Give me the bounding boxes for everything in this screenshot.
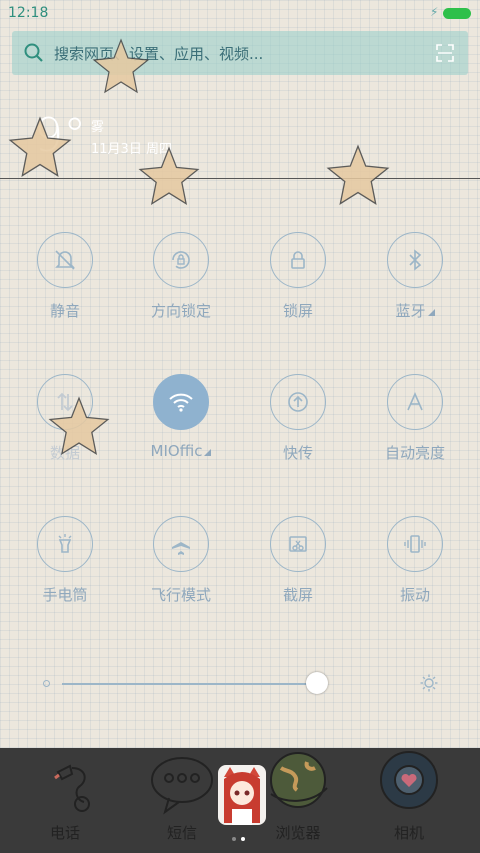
toggle-label: 锁屏 xyxy=(282,302,313,320)
avatar[interactable] xyxy=(218,765,266,825)
rotation-lock-icon xyxy=(153,232,209,288)
page-dot-active xyxy=(241,837,245,841)
toggle-label: 飞行模式 xyxy=(150,586,211,604)
message-icon xyxy=(151,757,213,815)
dock-messages[interactable]: 短信 xyxy=(132,748,232,853)
brightness-slider[interactable] xyxy=(62,683,318,685)
toggle-airplane[interactable]: 飞行模式 xyxy=(131,516,231,605)
brightness-sun-icon[interactable] xyxy=(420,674,438,692)
dock-label: 相机 xyxy=(393,824,424,842)
toggle-label: 自动亮度 xyxy=(384,444,445,462)
brightness-min-icon xyxy=(43,680,50,687)
bell-off-icon xyxy=(37,232,93,288)
status-bar: 12:18 ⚡ xyxy=(0,0,480,28)
toggle-lock-screen[interactable]: 锁屏 xyxy=(248,232,348,321)
lock-icon xyxy=(270,232,326,288)
flashlight-icon xyxy=(37,516,93,572)
page-indicator xyxy=(232,826,250,845)
star-decoration xyxy=(48,396,110,456)
dock-camera[interactable]: 相机 xyxy=(359,748,459,853)
scan-icon[interactable] xyxy=(436,44,454,62)
dock-phone[interactable]: 电话 xyxy=(15,748,115,853)
toggle-auto-brightness[interactable]: 自动亮度 xyxy=(365,374,465,463)
dock-label: 短信 xyxy=(166,824,197,842)
battery-icon xyxy=(443,8,471,19)
dock-label: 电话 xyxy=(49,824,80,842)
search-icon xyxy=(24,43,43,62)
auto-brightness-icon xyxy=(387,374,443,430)
toggle-label: 截屏 xyxy=(282,586,313,604)
toggle-quick-transfer[interactable]: 快传 xyxy=(248,374,348,463)
toggle-label: 静音 xyxy=(49,302,80,320)
dock-label: 浏览器 xyxy=(275,824,321,842)
toggle-bluetooth[interactable]: 蓝牙 xyxy=(365,232,465,321)
star-decoration xyxy=(138,146,200,206)
toggle-rotation-lock[interactable]: 方向锁定 xyxy=(131,232,231,321)
screenshot-icon xyxy=(270,516,326,572)
divider xyxy=(0,178,480,179)
toggle-label-row: 蓝牙 xyxy=(365,300,465,321)
star-decoration xyxy=(8,116,72,177)
phone-icon xyxy=(54,764,90,812)
expand-arrow-icon[interactable] xyxy=(427,309,435,316)
vibrate-icon xyxy=(387,516,443,572)
toggle-label: MIOffic xyxy=(150,442,203,460)
wifi-icon xyxy=(153,374,209,430)
toggle-silent[interactable]: 静音 xyxy=(15,232,115,321)
bluetooth-icon xyxy=(387,232,443,288)
quick-transfer-icon xyxy=(270,374,326,430)
star-decoration xyxy=(92,38,150,94)
expand-arrow-icon[interactable] xyxy=(204,449,212,456)
toggle-screenshot[interactable]: 截屏 xyxy=(248,516,348,605)
toggle-wifi[interactable]: MIOffic xyxy=(131,374,231,460)
page-dot xyxy=(232,837,236,841)
toggle-vibrate[interactable]: 振动 xyxy=(365,516,465,605)
bolt-icon: ⚡ xyxy=(430,5,439,19)
toggle-flashlight[interactable]: 手电筒 xyxy=(15,516,115,605)
weather-condition: 雾 xyxy=(91,120,105,135)
camera-icon xyxy=(380,751,438,809)
toggle-label: 手电筒 xyxy=(42,586,88,604)
toggle-label: 振动 xyxy=(399,586,430,604)
toggle-label: 快传 xyxy=(282,444,313,462)
toggle-label-row: MIOffic xyxy=(131,442,231,460)
browser-icon xyxy=(270,752,328,808)
toggle-label: 方向锁定 xyxy=(150,302,211,320)
toggle-label: 蓝牙 xyxy=(395,302,426,320)
brightness-slider-knob[interactable] xyxy=(306,672,328,694)
search-bar[interactable]: 搜索网页、设置、应用、视频... xyxy=(12,31,468,75)
star-decoration xyxy=(326,144,390,205)
airplane-icon xyxy=(153,516,209,572)
search-placeholder: 搜索网页、设置、应用、视频... xyxy=(54,45,264,63)
status-time: 12:18 xyxy=(8,5,49,21)
